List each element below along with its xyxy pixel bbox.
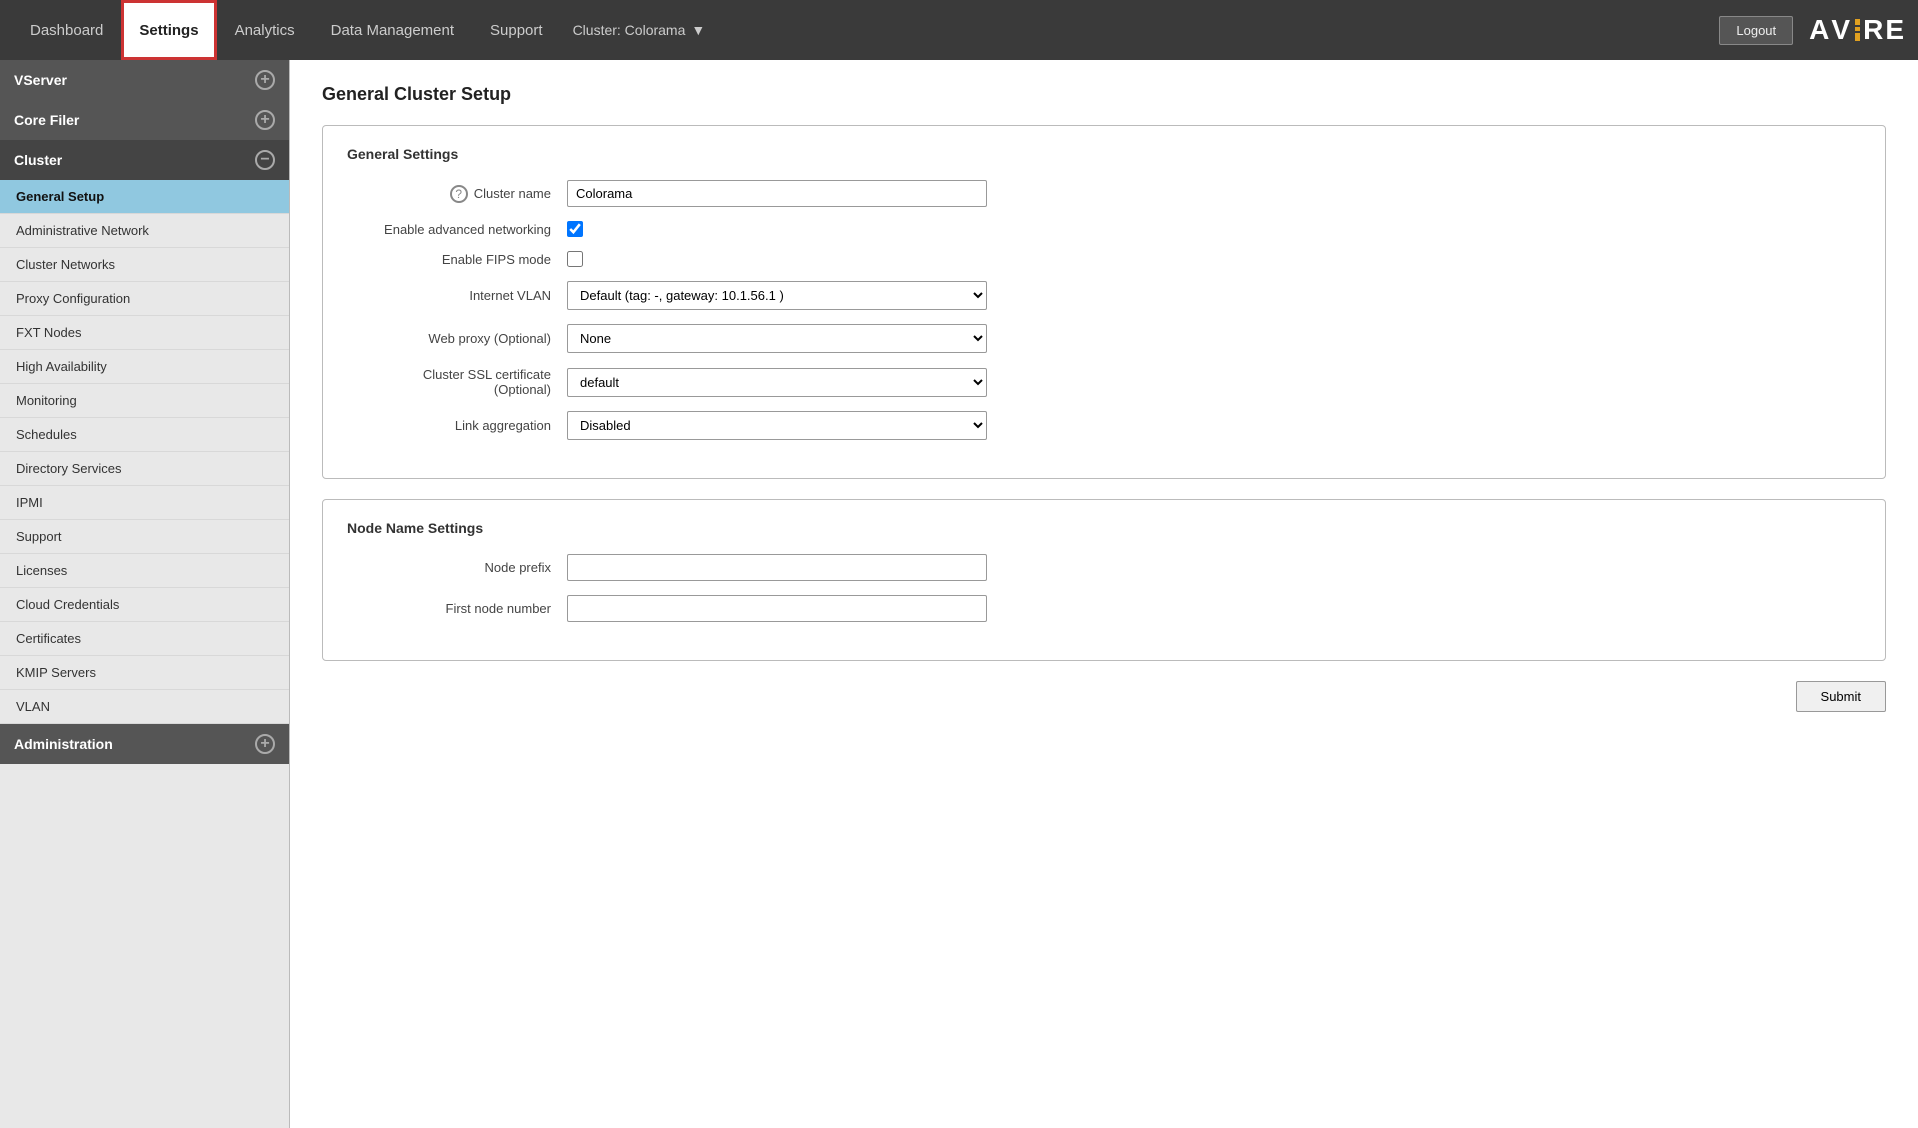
- submit-button[interactable]: Submit: [1796, 681, 1886, 712]
- link-aggregation-row: Link aggregation Disabled: [347, 411, 1861, 440]
- tab-data-management[interactable]: Data Management: [313, 0, 472, 60]
- avere-bar-icon: [1855, 19, 1860, 41]
- page-title: General Cluster Setup: [322, 84, 1886, 105]
- cluster-name-row: ? Cluster name: [347, 180, 1861, 207]
- sidebar-section-administration[interactable]: Administration +: [0, 724, 289, 764]
- sidebar-item-kmip-servers[interactable]: KMIP Servers: [0, 656, 289, 690]
- general-settings-section: General Settings ? Cluster name Enable a…: [322, 125, 1886, 479]
- link-aggregation-label: Link aggregation: [347, 418, 567, 433]
- avere-logo: A V R E: [1809, 14, 1906, 46]
- tab-dashboard[interactable]: Dashboard: [12, 0, 121, 60]
- sidebar-section-administration-label: Administration: [14, 736, 113, 752]
- general-settings-title: General Settings: [347, 146, 1861, 162]
- submit-row: Submit: [322, 681, 1886, 712]
- sidebar-item-general-setup[interactable]: General Setup: [0, 180, 289, 214]
- sidebar-item-cloud-credentials[interactable]: Cloud Credentials: [0, 588, 289, 622]
- topbar-right: Logout A V R E: [1719, 14, 1906, 46]
- sidebar-item-monitoring[interactable]: Monitoring: [0, 384, 289, 418]
- web-proxy-label: Web proxy (Optional): [347, 331, 567, 346]
- cluster-name-input[interactable]: [567, 180, 987, 207]
- sidebar-item-licenses[interactable]: Licenses: [0, 554, 289, 588]
- administration-expand-icon[interactable]: +: [255, 734, 275, 754]
- sidebar-item-high-availability[interactable]: High Availability: [0, 350, 289, 384]
- sidebar-item-cluster-networks[interactable]: Cluster Networks: [0, 248, 289, 282]
- node-name-settings-title: Node Name Settings: [347, 520, 1861, 536]
- tab-support[interactable]: Support: [472, 0, 561, 60]
- link-aggregation-select[interactable]: Disabled: [567, 411, 987, 440]
- internet-vlan-label: Internet VLAN: [347, 288, 567, 303]
- enable-advanced-networking-checkbox[interactable]: [567, 221, 583, 237]
- chevron-down-icon: ▼: [691, 22, 705, 38]
- cluster-name-help-icon[interactable]: ?: [450, 185, 468, 203]
- cluster-selector[interactable]: Cluster: Colorama ▼: [561, 16, 718, 44]
- logout-button[interactable]: Logout: [1719, 16, 1793, 45]
- cluster-expand-icon[interactable]: −: [255, 150, 275, 170]
- topbar: Dashboard Settings Analytics Data Manage…: [0, 0, 1918, 60]
- node-prefix-input[interactable]: [567, 554, 987, 581]
- main-layout: VServer + Core Filer + Cluster − General…: [0, 60, 1918, 1128]
- sidebar-item-proxy-configuration[interactable]: Proxy Configuration: [0, 282, 289, 316]
- enable-advanced-networking-row: Enable advanced networking: [347, 221, 1861, 237]
- sidebar-item-ipmi[interactable]: IPMI: [0, 486, 289, 520]
- sidebar-section-cluster-label: Cluster: [14, 152, 62, 168]
- sidebar-item-support[interactable]: Support: [0, 520, 289, 554]
- sidebar-section-cluster[interactable]: Cluster −: [0, 140, 289, 180]
- sidebar-item-directory-services[interactable]: Directory Services: [0, 452, 289, 486]
- nav-tabs: Dashboard Settings Analytics Data Manage…: [12, 0, 717, 60]
- sidebar: VServer + Core Filer + Cluster − General…: [0, 60, 290, 1128]
- ssl-cert-label: Cluster SSL certificate (Optional): [347, 367, 567, 397]
- sidebar-section-core-filer[interactable]: Core Filer +: [0, 100, 289, 140]
- sidebar-section-vserver-label: VServer: [14, 72, 67, 88]
- web-proxy-select[interactable]: None: [567, 324, 987, 353]
- enable-fips-label: Enable FIPS mode: [347, 252, 567, 267]
- ssl-cert-row: Cluster SSL certificate (Optional) defau…: [347, 367, 1861, 397]
- web-proxy-row: Web proxy (Optional) None: [347, 324, 1861, 353]
- tab-analytics[interactable]: Analytics: [217, 0, 313, 60]
- sidebar-item-schedules[interactable]: Schedules: [0, 418, 289, 452]
- content-area: General Cluster Setup General Settings ?…: [290, 60, 1918, 1128]
- vserver-expand-icon[interactable]: +: [255, 70, 275, 90]
- internet-vlan-select[interactable]: Default (tag: -, gateway: 10.1.56.1 ): [567, 281, 987, 310]
- ssl-cert-select[interactable]: default: [567, 368, 987, 397]
- first-node-row: First node number: [347, 595, 1861, 622]
- first-node-input[interactable]: [567, 595, 987, 622]
- cluster-name-label: ? Cluster name: [347, 185, 567, 203]
- cluster-label: Cluster: Colorama: [573, 22, 686, 38]
- node-prefix-label: Node prefix: [347, 560, 567, 575]
- sidebar-item-fxt-nodes[interactable]: FXT Nodes: [0, 316, 289, 350]
- first-node-label: First node number: [347, 601, 567, 616]
- enable-fips-row: Enable FIPS mode: [347, 251, 1861, 267]
- internet-vlan-row: Internet VLAN Default (tag: -, gateway: …: [347, 281, 1861, 310]
- enable-advanced-networking-label: Enable advanced networking: [347, 222, 567, 237]
- enable-fips-checkbox[interactable]: [567, 251, 583, 267]
- sidebar-item-certificates[interactable]: Certificates: [0, 622, 289, 656]
- sidebar-item-vlan[interactable]: VLAN: [0, 690, 289, 724]
- core-filer-expand-icon[interactable]: +: [255, 110, 275, 130]
- node-prefix-row: Node prefix: [347, 554, 1861, 581]
- sidebar-item-administrative-network[interactable]: Administrative Network: [0, 214, 289, 248]
- sidebar-section-vserver[interactable]: VServer +: [0, 60, 289, 100]
- tab-settings[interactable]: Settings: [121, 0, 216, 60]
- sidebar-section-core-filer-label: Core Filer: [14, 112, 79, 128]
- node-name-settings-section: Node Name Settings Node prefix First nod…: [322, 499, 1886, 661]
